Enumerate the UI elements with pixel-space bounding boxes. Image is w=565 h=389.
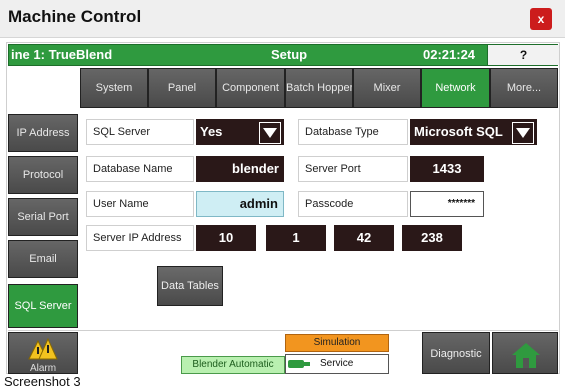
sql-server-value: Yes	[200, 124, 223, 139]
sidebar-item-email[interactable]: Email	[8, 240, 78, 278]
database-type-dropdown[interactable]: Microsoft SQL	[410, 119, 537, 145]
service-label: Service	[320, 358, 354, 369]
home-icon	[512, 343, 540, 368]
tab-network[interactable]: Network	[421, 68, 490, 108]
blender-status: Blender Automatic	[181, 356, 285, 374]
sidebar-item-sql-server[interactable]: SQL Server	[8, 284, 78, 328]
close-button[interactable]: x	[530, 8, 552, 30]
dropdown-arrow-icon	[512, 122, 534, 144]
server-port-label: Server Port	[298, 156, 408, 182]
tab-panel[interactable]: Panel	[148, 68, 216, 108]
data-tables-button[interactable]: Data Tables	[157, 266, 223, 306]
database-name-label: Database Name	[86, 156, 194, 182]
user-name-field[interactable]: admin	[196, 191, 284, 217]
service-button[interactable]: Service	[285, 354, 389, 374]
alarm-button[interactable]: Alarm	[8, 332, 78, 374]
tab-component[interactable]: Component	[216, 68, 285, 108]
sidebar-item-ip-address[interactable]: IP Address	[8, 114, 78, 152]
server-port-field[interactable]: 1433	[410, 156, 484, 182]
service-wrench-icon	[288, 360, 310, 368]
line-label: ine 1: TrueBlend	[11, 47, 113, 62]
dropdown-arrow-icon	[259, 122, 281, 144]
tab-system[interactable]: System	[80, 68, 148, 108]
tab-more[interactable]: More...	[490, 68, 558, 108]
clock-time: 02:21:24	[423, 47, 476, 62]
sidebar-item-serial-port[interactable]: Serial Port	[8, 198, 78, 236]
server-ip-octet-3[interactable]: 42	[334, 225, 394, 251]
database-type-label: Database Type	[298, 119, 408, 145]
passcode-field[interactable]: *******	[410, 191, 484, 217]
window-title: Machine Control	[8, 7, 142, 26]
server-ip-label: Server IP Address	[86, 225, 194, 251]
help-button[interactable]: ?	[487, 45, 559, 65]
alarm-label: Alarm	[29, 363, 57, 374]
database-name-field[interactable]: blender	[196, 156, 284, 182]
home-button[interactable]	[492, 332, 558, 374]
server-ip-octet-4[interactable]: 238	[402, 225, 462, 251]
tab-batch-hopper[interactable]: Batch Hopper	[285, 68, 353, 108]
server-ip-octet-1[interactable]: 10	[196, 225, 256, 251]
sql-server-dropdown[interactable]: Yes	[196, 119, 284, 145]
tab-mixer[interactable]: Mixer	[353, 68, 421, 108]
simulation-badge[interactable]: Simulation	[285, 334, 389, 352]
section-title: Setup	[271, 47, 308, 62]
database-type-value: Microsoft SQL	[414, 124, 503, 139]
sidebar-item-protocol[interactable]: Protocol	[8, 156, 78, 194]
screenshot-caption: Screenshot 3	[4, 374, 81, 389]
user-name-label: User Name	[86, 191, 194, 217]
warning-triangles-icon	[28, 337, 58, 360]
tab-blank-area	[8, 68, 78, 108]
passcode-label: Passcode	[298, 191, 408, 217]
header-bar: ine 1: TrueBlend Setup 02:21:24 ?	[8, 44, 559, 66]
diagnostic-button[interactable]: Diagnostic	[422, 332, 490, 374]
sql-server-label: SQL Server	[86, 119, 194, 145]
server-ip-octet-2[interactable]: 1	[266, 225, 326, 251]
